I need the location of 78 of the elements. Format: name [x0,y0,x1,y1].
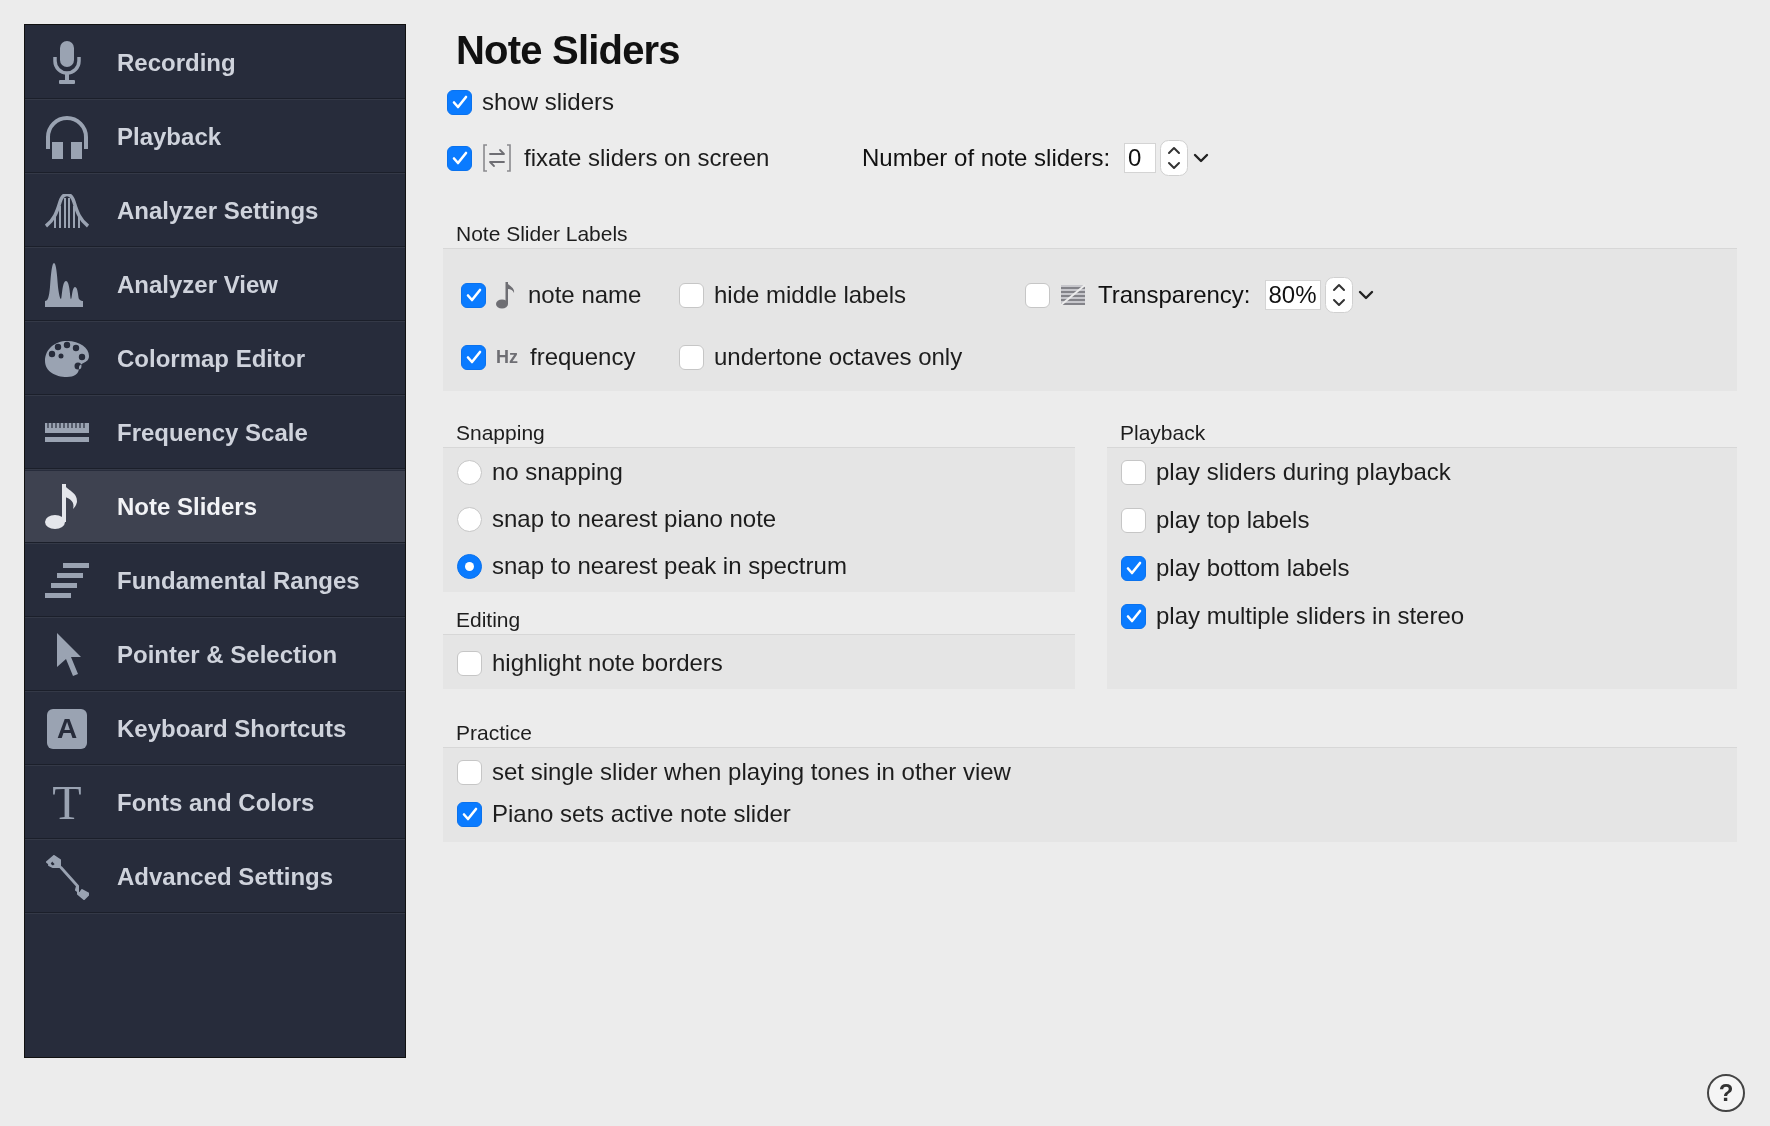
checkbox-label[interactable]: frequency [530,343,636,371]
checkbox-label[interactable]: set single slider when playing tones in other view [492,758,1011,786]
sidebar-item[interactable]: Note Sliders [25,471,405,543]
number-field[interactable]: 80% [1264,280,1321,310]
bell-curve-icon [45,193,89,228]
checkmark-icon [465,288,482,302]
checkbox[interactable] [461,282,486,308]
palette-icon [45,339,89,378]
checkmark-icon [461,807,478,821]
group-title: Practice [455,720,532,746]
field-label: Transparency: [1098,281,1251,309]
radio-button[interactable] [457,506,482,532]
radio-button[interactable] [457,459,482,485]
checkbox-label[interactable]: undertone octaves only [714,343,963,371]
checkmark-icon [1125,609,1142,623]
checkbox[interactable] [679,344,704,370]
checkbox-label[interactable]: note name [528,281,642,309]
radio-label[interactable]: snap to nearest piano note [492,505,777,533]
group-title: Editing [455,607,521,633]
checkbox[interactable] [1121,507,1146,533]
checkbox[interactable] [1121,459,1146,485]
staggered-lines-icon [45,562,89,599]
sidebar-item[interactable]: Playback [25,101,405,173]
checkbox-label[interactable]: hide middle labels [714,281,907,309]
swap-arrows-icon [482,143,512,173]
letter-icon: T [52,780,82,825]
help-button[interactable]: ? [1707,1074,1745,1112]
radio-label[interactable]: no snapping [492,458,623,486]
checkmark-icon [1125,561,1142,575]
hz-label: Hz [496,346,518,368]
checkbox[interactable] [447,145,472,171]
sidebar-item[interactable]: Analyzer Settings [25,175,405,247]
checkbox-label[interactable]: play sliders during playback [1156,458,1451,486]
checkbox-label[interactable]: show sliders [482,88,615,116]
sidebar-item[interactable]: Colormap Editor [25,323,405,395]
checkbox[interactable] [1121,555,1146,581]
group-title: Snapping [455,420,545,446]
wrench-icon [45,853,89,900]
sidebar-item[interactable]: Advanced Settings [25,841,405,913]
checkbox-label[interactable]: play top labels [1156,506,1310,534]
checkbox-label[interactable]: play bottom labels [1156,554,1350,582]
checkbox-label[interactable]: play multiple sliders in stereo [1156,602,1465,630]
group-title: Note Slider Labels [455,221,628,247]
sidebar-item[interactable]: Pointer & Selection [25,619,405,691]
checkbox[interactable] [457,759,482,785]
headphones-icon [45,114,89,159]
checkmark-icon [465,350,482,364]
transparency-icon [1060,284,1086,306]
stepper-button[interactable] [1324,277,1353,313]
checkbox[interactable] [461,344,486,370]
stepper-button[interactable] [1160,140,1189,176]
field-label: Number of note sliders: [862,144,1111,172]
checkbox[interactable] [679,282,704,308]
number-field[interactable]: 0 [1124,143,1157,173]
microphone-icon [52,40,82,85]
checkmark-icon [451,151,468,165]
checkbox-label[interactable]: highlight note borders [492,649,723,677]
sidebar-item[interactable]: Recording [25,27,405,99]
checkbox[interactable] [1121,603,1146,629]
checkbox-label[interactable]: Piano sets active note slider [492,800,791,828]
group-title: Playback [1119,420,1206,446]
checkbox[interactable] [457,801,482,827]
key-icon: A [47,708,87,749]
radio-label[interactable]: snap to nearest peak in spectrum [492,552,847,580]
checkbox[interactable] [457,650,482,676]
checkbox[interactable] [447,89,472,115]
music-note-icon [496,281,516,309]
ruler-icon [45,422,89,443]
page-title: Note Sliders [456,27,681,74]
checkbox-label[interactable]: fixate sliders on screen [524,144,770,172]
sidebar-item[interactable]: A Keyboard Shortcuts [25,693,405,765]
sidebar-item[interactable]: Frequency Scale [25,397,405,469]
radio-button[interactable] [457,553,482,579]
checkbox[interactable] [1025,282,1050,308]
sidebar-item[interactable]: Fundamental Ranges [25,545,405,617]
sidebar-item[interactable]: T Fonts and Colors [25,767,405,839]
checkmark-icon [451,95,468,109]
sidebar-item[interactable]: Analyzer View [25,249,405,321]
